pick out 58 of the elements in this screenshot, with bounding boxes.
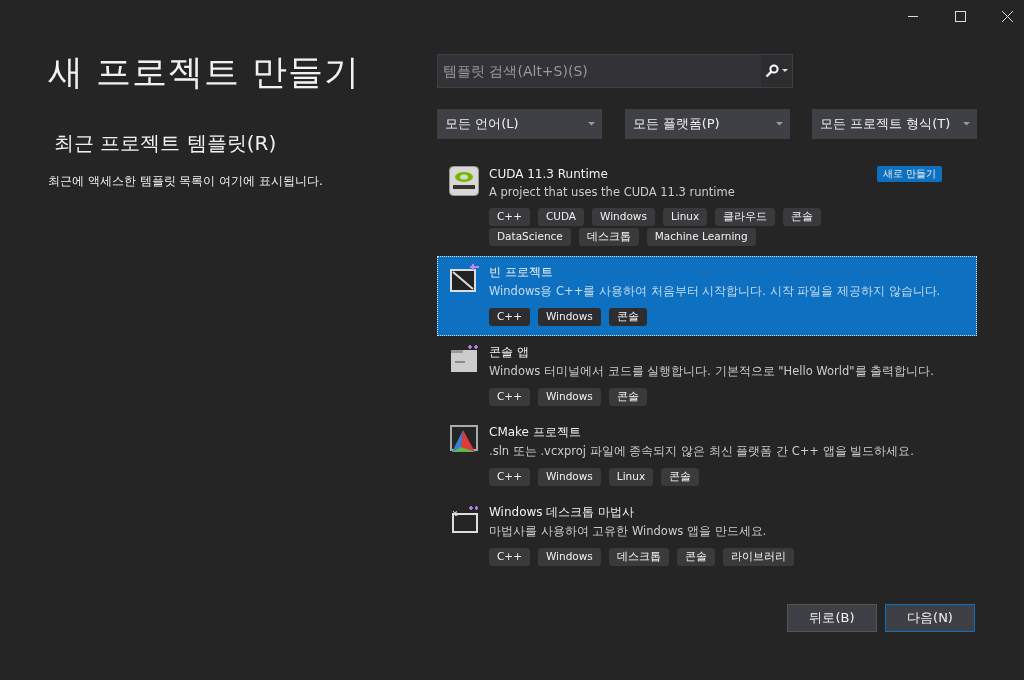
tag: Windows <box>537 548 601 566</box>
tag: 콘솔 <box>783 208 822 226</box>
template-item[interactable]: 콘솔 앱 Windows 터미널에서 코드를 실행합니다. 기본적으로 "Hello World"를 출력합니다. C++ Windows 콘솔 <box>437 336 977 416</box>
section-heading: 최근 프로젝트 템플릿(R) <box>54 130 278 157</box>
template-description: 마법사를 사용하여 고유한 Windows 앱을 만드세요. <box>489 524 768 539</box>
tag: C++ <box>489 208 530 226</box>
tag: 라이브러리 <box>722 548 794 566</box>
template-name: 콘솔 앱 <box>489 344 529 361</box>
tag: C++ <box>489 308 530 326</box>
tag: 클라우드 <box>715 208 776 226</box>
tag: Windows <box>537 468 601 486</box>
console-window-icon <box>449 344 479 374</box>
template-item[interactable]: CUDA 11.3 Runtime 새로 만들기 A project that uses the CUDA 11.3 runtime C++ CUDA Windows Linux 클라우드 콘솔 DataScience 데스크톱 Machine Learning <box>437 158 977 256</box>
template-description: Windows 터미널에서 코드를 실행합니다. 기본적으로 "Hello World"를 출력합니다. <box>489 364 935 379</box>
caret-icon <box>963 122 970 126</box>
template-description: Windows용 C++를 사용하여 처음부터 시작합니다. 시작 파일을 제공하지 않습니다. <box>489 284 942 299</box>
close-icon[interactable] <box>1002 11 1013 22</box>
template-name: Windows 데스크톱 마법사 <box>489 504 635 521</box>
filter-dropdown[interactable]: 모든 플랫폼(P) <box>624 109 790 139</box>
template-name: 빈 프로젝트 <box>489 264 553 281</box>
tag: DataScience <box>489 228 571 246</box>
tag: 콘솔 <box>676 548 715 566</box>
tag: 데스크톱 <box>578 228 639 246</box>
caret-icon <box>775 122 783 126</box>
tag: C++ <box>489 388 530 406</box>
tag: CUDA <box>537 208 585 226</box>
tag: 콘솔 <box>661 468 700 486</box>
empty-message: 최근에 액세스한 템플릿 목록이 여기에 표시됩니다. <box>48 173 324 190</box>
template-item[interactable]: Windows 데스크톱 마법사 마법사를 사용하여 고유한 Windows 앱을 만드세요. C++ Windows 데스크톱 콘솔 라이브러리 <box>437 496 977 576</box>
tag: 콘솔 <box>608 388 647 406</box>
tag: Linux <box>608 468 654 486</box>
template-name: CMake 프로젝트 <box>489 424 581 441</box>
template-description: A project that uses the CUDA 11.3 runtime <box>489 185 736 199</box>
wizard-window-icon <box>449 504 479 534</box>
tag: 콘솔 <box>608 308 647 326</box>
tag: Windows <box>537 308 601 326</box>
triangle-logo-icon <box>449 424 479 454</box>
template-name: CUDA 11.3 Runtime <box>489 167 608 181</box>
chip-logo-icon <box>449 166 479 196</box>
empty-window-icon <box>449 264 479 294</box>
tag: Machine Learning <box>646 228 756 246</box>
maximize-icon[interactable] <box>955 11 966 22</box>
filter-dropdown[interactable]: 모든 언어(L) <box>437 109 602 139</box>
tag: Windows <box>537 388 601 406</box>
template-item[interactable]: CMake 프로젝트 .sln 또는 .vcxproj 파일에 종속되지 않은 최신 플랫폼 간 C++ 앱을 빌드하세요. C++ Windows Linux 콘솔 <box>437 416 977 496</box>
template-item[interactable]: 빈 프로젝트 Windows용 C++를 사용하여 처음부터 시작합니다. 시작 파일을 제공하지 않습니다. C++ Windows 콘솔 <box>437 256 977 336</box>
tag: 데스크톱 <box>608 548 669 566</box>
new-badge: 새로 만들기 <box>876 166 942 182</box>
tag: Windows <box>592 208 655 226</box>
window-title: 새 프로젝트 만들기 <box>48 51 362 94</box>
filter-dropdown[interactable]: 모든 프로젝트 형식(T) <box>812 109 977 139</box>
caret-icon <box>588 122 595 126</box>
tag: C++ <box>489 468 530 486</box>
template-description: .sln 또는 .vcxproj 파일에 종속되지 않은 최신 플랫폼 간 C++ 앱을 빌드하세요. <box>489 444 915 459</box>
next-button[interactable]: 다음(N) <box>885 604 975 632</box>
back-button[interactable]: 뒤로(B) <box>787 604 877 632</box>
tag: Linux <box>662 208 708 226</box>
tag: C++ <box>489 548 530 566</box>
